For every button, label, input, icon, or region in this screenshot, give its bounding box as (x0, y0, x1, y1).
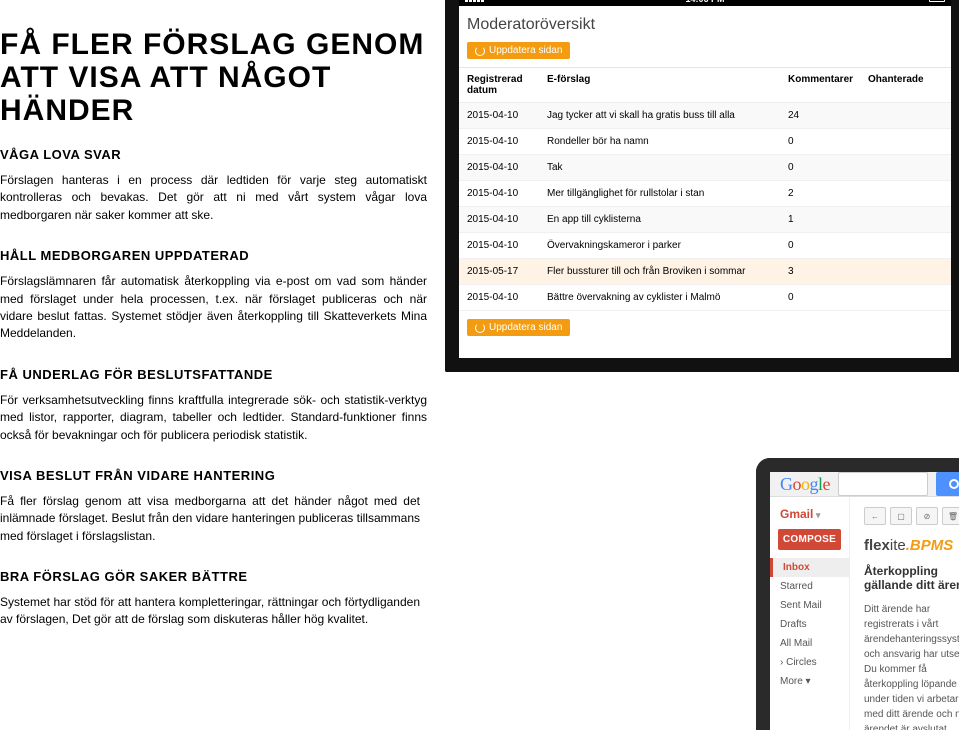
mail-body: Ditt ärende har registrerats i vårt ären… (864, 602, 959, 730)
folder-item[interactable]: › Circles (770, 653, 849, 672)
table-body: 2015-04-10Jag tycker att vi skall ha gra… (459, 103, 951, 311)
folder-item[interactable]: Inbox (770, 558, 849, 577)
mail-subject: Återkoppling gällande ditt ärende (864, 564, 959, 592)
folder-item[interactable]: Starred (770, 577, 849, 596)
refresh-label: Uppdatera sidan (489, 45, 562, 56)
folder-list: InboxStarredSent MailDraftsAll Mail› Cir… (770, 558, 849, 691)
back-button[interactable]: ← (864, 507, 886, 525)
archive-button[interactable]: ▢ (890, 507, 912, 525)
search-icon (949, 479, 959, 489)
folder-item[interactable]: Drafts (770, 615, 849, 634)
table-row[interactable]: 2015-04-10Jag tycker att vi skall ha gra… (459, 103, 951, 129)
refresh-button-bottom[interactable]: Uppdatera sidan (467, 319, 570, 336)
table-row[interactable]: 2015-04-10Tak0 (459, 155, 951, 181)
tablet-footer: Uppdatera sidan (459, 311, 951, 344)
spam-button[interactable]: ⊘ (916, 507, 938, 525)
article-column: FÅ FLER FÖRSLAG GENOM ATT VISA ATT NÅGOT… (0, 0, 445, 653)
cell-date: 2015-04-10 (467, 214, 547, 225)
body-text: Förslagslämnaren får automatisk återkopp… (0, 273, 427, 343)
gmail-sidebar: Gmail COMPOSE InboxStarredSent MailDraft… (770, 497, 850, 730)
cell-date: 2015-05-17 (467, 266, 547, 277)
signal-icon (465, 0, 489, 2)
col-comments: Kommentarer (788, 74, 868, 96)
search-input[interactable] (838, 472, 928, 496)
cell-date: 2015-04-10 (467, 240, 547, 251)
section-vaga: VÅGA LOVA SVAR Förslagen hanteras i en p… (0, 147, 427, 224)
cell-comments: 24 (788, 110, 868, 121)
cell-date: 2015-04-10 (467, 188, 547, 199)
section-beslut: VISA BESLUT FRÅN VIDARE HANTERING Få fle… (0, 468, 427, 545)
laptop-device: Google Gmail COMPOSE InboxStarredSent Ma… (756, 458, 959, 730)
section-underlag: FÅ UNDERLAG FÖR BESLUTSFATTANDE För verk… (0, 367, 427, 444)
cell-comments: 0 (788, 162, 868, 173)
cell-suggestion: Rondeller bör ha namn (547, 136, 788, 147)
google-logo: Google (780, 474, 830, 495)
col-unhandled: Ohanterade (868, 74, 943, 96)
compose-button[interactable]: COMPOSE (778, 529, 841, 550)
cell-date: 2015-04-10 (467, 136, 547, 147)
gmail-label[interactable]: Gmail (770, 497, 849, 529)
cell-suggestion: Bättre övervakning av cyklister i Malmö (547, 292, 788, 303)
mail-pane: ← ▢ ⊘ 🗑 📁 ◈ More flexite.BPMS Återkoppli… (850, 497, 959, 730)
heading: VÅGA LOVA SVAR (0, 147, 427, 162)
laptop-screen: Google Gmail COMPOSE InboxStarredSent Ma… (770, 472, 959, 730)
body-text: Få fler förslag genom att visa medborgar… (0, 493, 420, 545)
body-text: Systemet har stöd för att hantera komple… (0, 594, 420, 629)
gmail-body: Gmail COMPOSE InboxStarredSent MailDraft… (770, 497, 959, 730)
heading: VISA BESLUT FRÅN VIDARE HANTERING (0, 468, 427, 483)
table-row[interactable]: 2015-04-10Övervakningskameror i parker0 (459, 233, 951, 259)
tablet-device: 14:06 PM Moderatoröversikt Uppdatera sid… (445, 0, 959, 372)
refresh-icon (475, 323, 485, 333)
heading: HÅLL MEDBORGAREN UPPDATERAD (0, 248, 427, 263)
table-row[interactable]: 2015-04-10En app till cyklisterna1 (459, 207, 951, 233)
refresh-icon (475, 46, 485, 56)
table-row[interactable]: 2015-04-10Bättre övervakning av cykliste… (459, 285, 951, 311)
table-row[interactable]: 2015-04-10Mer tillgänglighet för rullsto… (459, 181, 951, 207)
cell-comments: 0 (788, 136, 868, 147)
battery-icon (929, 0, 945, 2)
page-title: FÅ FLER FÖRSLAG GENOM ATT VISA ATT NÅGOT… (0, 28, 427, 127)
cell-suggestion: Övervakningskameror i parker (547, 240, 788, 251)
cell-suggestion: Jag tycker att vi skall ha gratis buss t… (547, 110, 788, 121)
cell-comments: 0 (788, 292, 868, 303)
cell-suggestion: Tak (547, 162, 788, 173)
toolbar: ← ▢ ⊘ 🗑 📁 ◈ More (864, 507, 959, 525)
clock: 14:06 PM (685, 0, 724, 4)
heading: FÅ UNDERLAG FÖR BESLUTSFATTANDE (0, 367, 427, 382)
cell-date: 2015-04-10 (467, 110, 547, 121)
screen-title: Moderatoröversikt (467, 16, 943, 34)
section-bra-forslag: BRA FÖRSLAG GÖR SAKER BÄTTRE Systemet ha… (0, 569, 427, 629)
col-suggestion: E-förslag (547, 74, 788, 96)
heading: BRA FÖRSLAG GÖR SAKER BÄTTRE (0, 569, 427, 584)
folder-item[interactable]: All Mail (770, 634, 849, 653)
cell-comments: 2 (788, 188, 868, 199)
cell-date: 2015-04-10 (467, 162, 547, 173)
cell-date: 2015-04-10 (467, 292, 547, 303)
col-date: Registrerad datum (467, 74, 547, 96)
cell-suggestion: Mer tillgänglighet för rullstolar i stan (547, 188, 788, 199)
body-text: Förslagen hanteras i en process där ledt… (0, 172, 427, 224)
body-text: För verksamhetsutveckling finns kraftful… (0, 392, 427, 444)
cell-comments: 1 (788, 214, 868, 225)
refresh-button[interactable]: Uppdatera sidan (467, 42, 570, 59)
status-bar: 14:06 PM (459, 0, 951, 6)
folder-item[interactable]: Sent Mail (770, 596, 849, 615)
tablet-header: Moderatoröversikt Uppdatera sidan (459, 6, 951, 68)
table-row[interactable]: 2015-04-10Rondeller bör ha namn0 (459, 129, 951, 155)
flexite-logo: flexite.BPMS (864, 537, 959, 554)
section-uppdaterad: HÅLL MEDBORGAREN UPPDATERAD Förslagslämn… (0, 248, 427, 343)
cell-suggestion: Fler bussturer till och från Broviken i … (547, 266, 788, 277)
google-header: Google (770, 472, 959, 497)
search-button[interactable] (936, 472, 959, 496)
table-header: Registrerad datum E-förslag Kommentarer … (459, 68, 951, 103)
delete-button[interactable]: 🗑 (942, 507, 959, 525)
cell-comments: 3 (788, 266, 868, 277)
cell-suggestion: En app till cyklisterna (547, 214, 788, 225)
folder-item[interactable]: More ▾ (770, 672, 849, 691)
tablet-screen: 14:06 PM Moderatoröversikt Uppdatera sid… (459, 0, 951, 358)
table-row[interactable]: 2015-05-17Fler bussturer till och från B… (459, 259, 951, 285)
cell-comments: 0 (788, 240, 868, 251)
refresh-label: Uppdatera sidan (489, 322, 562, 333)
